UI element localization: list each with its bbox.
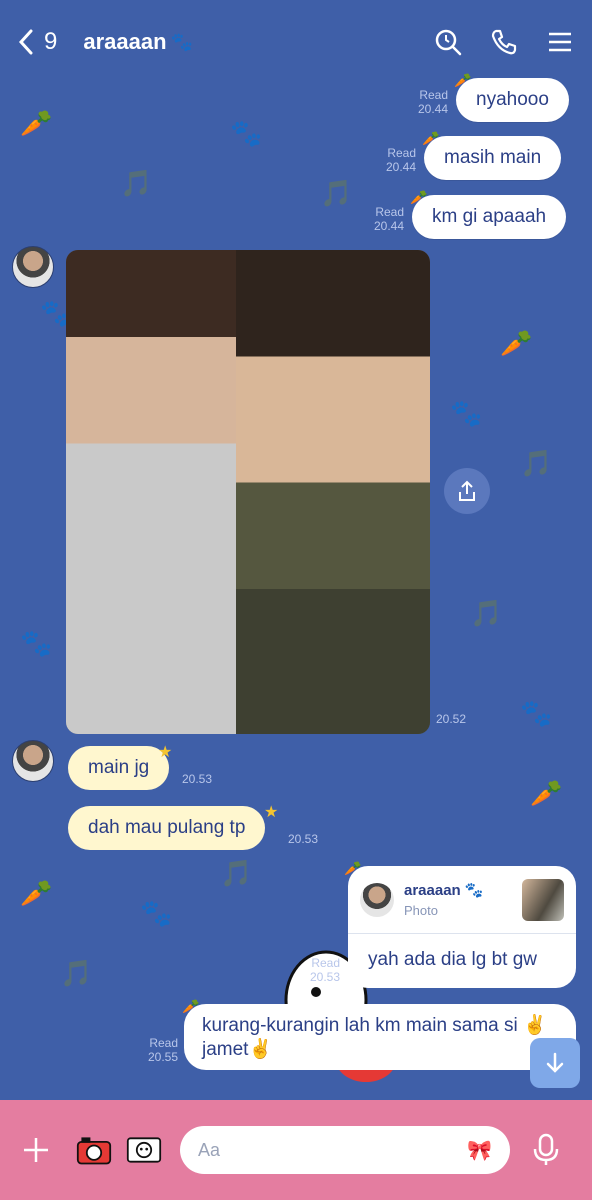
message-bubble-outgoing[interactable]: masih main xyxy=(424,136,562,180)
reply-text: yah ada dia lg bt gw xyxy=(368,949,538,970)
quoted-sender-name: araaaan xyxy=(404,882,461,899)
scroll-to-bottom-button[interactable] xyxy=(530,1038,580,1088)
reply-message[interactable]: araaaan 🐾 Photo yah ada dia lg bt gw xyxy=(348,866,576,988)
read-label: Read xyxy=(375,205,404,219)
message-meta: Read 20.55 xyxy=(138,1036,178,1064)
microphone-icon xyxy=(533,1133,559,1165)
message-bubble-outgoing[interactable]: km gi apaaah xyxy=(412,195,567,239)
avatar[interactable] xyxy=(12,740,54,782)
gallery-icon xyxy=(126,1137,162,1163)
unread-count: 9 xyxy=(44,28,58,55)
share-icon xyxy=(459,480,475,501)
share-button[interactable] xyxy=(444,468,490,514)
back-button[interactable]: 9 xyxy=(18,28,57,56)
timestamp: 20.52 xyxy=(436,712,467,726)
timestamp: 20.53 xyxy=(288,832,319,846)
chat-title-text: araaaan xyxy=(83,29,167,54)
star-icon: ★ xyxy=(158,744,173,761)
quoted-message[interactable]: araaaan 🐾 Photo xyxy=(348,866,576,934)
message-bubble-incoming[interactable]: dah mau pulang tp xyxy=(68,806,266,850)
message-input[interactable]: Aa 🎀 xyxy=(180,1126,510,1174)
timestamp: 20.55 xyxy=(147,1050,178,1064)
timestamp: 20.44 xyxy=(417,102,448,116)
quoted-sender: araaaan 🐾 xyxy=(404,881,522,899)
read-label: Read xyxy=(419,88,448,102)
camera-icon xyxy=(76,1137,112,1165)
chevron-left-icon xyxy=(18,29,33,55)
avatar xyxy=(360,882,394,917)
message-bubble-outgoing[interactable]: kurang-kurangin lah km main sama si ✌️ j… xyxy=(184,1004,576,1070)
search-icon[interactable] xyxy=(434,28,462,56)
read-label: Read xyxy=(387,146,416,160)
read-label: Read xyxy=(149,1036,178,1050)
arrow-down-icon xyxy=(546,1052,564,1073)
title-emoji: 🐾 xyxy=(170,31,193,52)
phone-icon[interactable] xyxy=(490,28,518,56)
gallery-button[interactable] xyxy=(126,1132,162,1168)
message-meta: Read 20.44 xyxy=(408,88,448,116)
message-bubble-outgoing[interactable]: nyahooo xyxy=(456,78,569,122)
composer-bar: Aa 🎀 xyxy=(0,1100,592,1200)
chat-header: 9 araaaan 🐾 xyxy=(0,0,592,84)
emoji-icon[interactable]: 🎀 xyxy=(467,1138,492,1163)
message-meta: Read 20.44 xyxy=(364,205,404,233)
quoted-type: Photo xyxy=(404,903,438,918)
add-button[interactable] xyxy=(18,1132,54,1168)
message-input-placeholder: Aa xyxy=(198,1139,221,1160)
chat-title[interactable]: araaaan 🐾 xyxy=(83,29,193,55)
message-meta: Read 20.44 xyxy=(376,146,416,174)
plus-icon xyxy=(24,1138,48,1162)
message-meta: Read 20.53 xyxy=(300,956,340,984)
star-icon: ★ xyxy=(264,804,279,821)
quoted-sender-emoji: 🐾 xyxy=(464,882,484,899)
read-label: Read xyxy=(311,956,340,970)
avatar[interactable] xyxy=(12,246,54,288)
quoted-thumbnail xyxy=(522,878,564,921)
timestamp: 20.44 xyxy=(385,160,416,174)
voice-button[interactable] xyxy=(528,1132,564,1168)
timestamp: 20.44 xyxy=(373,219,404,233)
photo-message[interactable] xyxy=(66,250,430,734)
timestamp: 20.53 xyxy=(182,772,213,786)
menu-icon[interactable] xyxy=(546,28,574,56)
camera-button[interactable] xyxy=(76,1132,112,1168)
message-bubble-incoming[interactable]: main jg xyxy=(68,746,170,790)
timestamp: 20.53 xyxy=(309,970,340,984)
